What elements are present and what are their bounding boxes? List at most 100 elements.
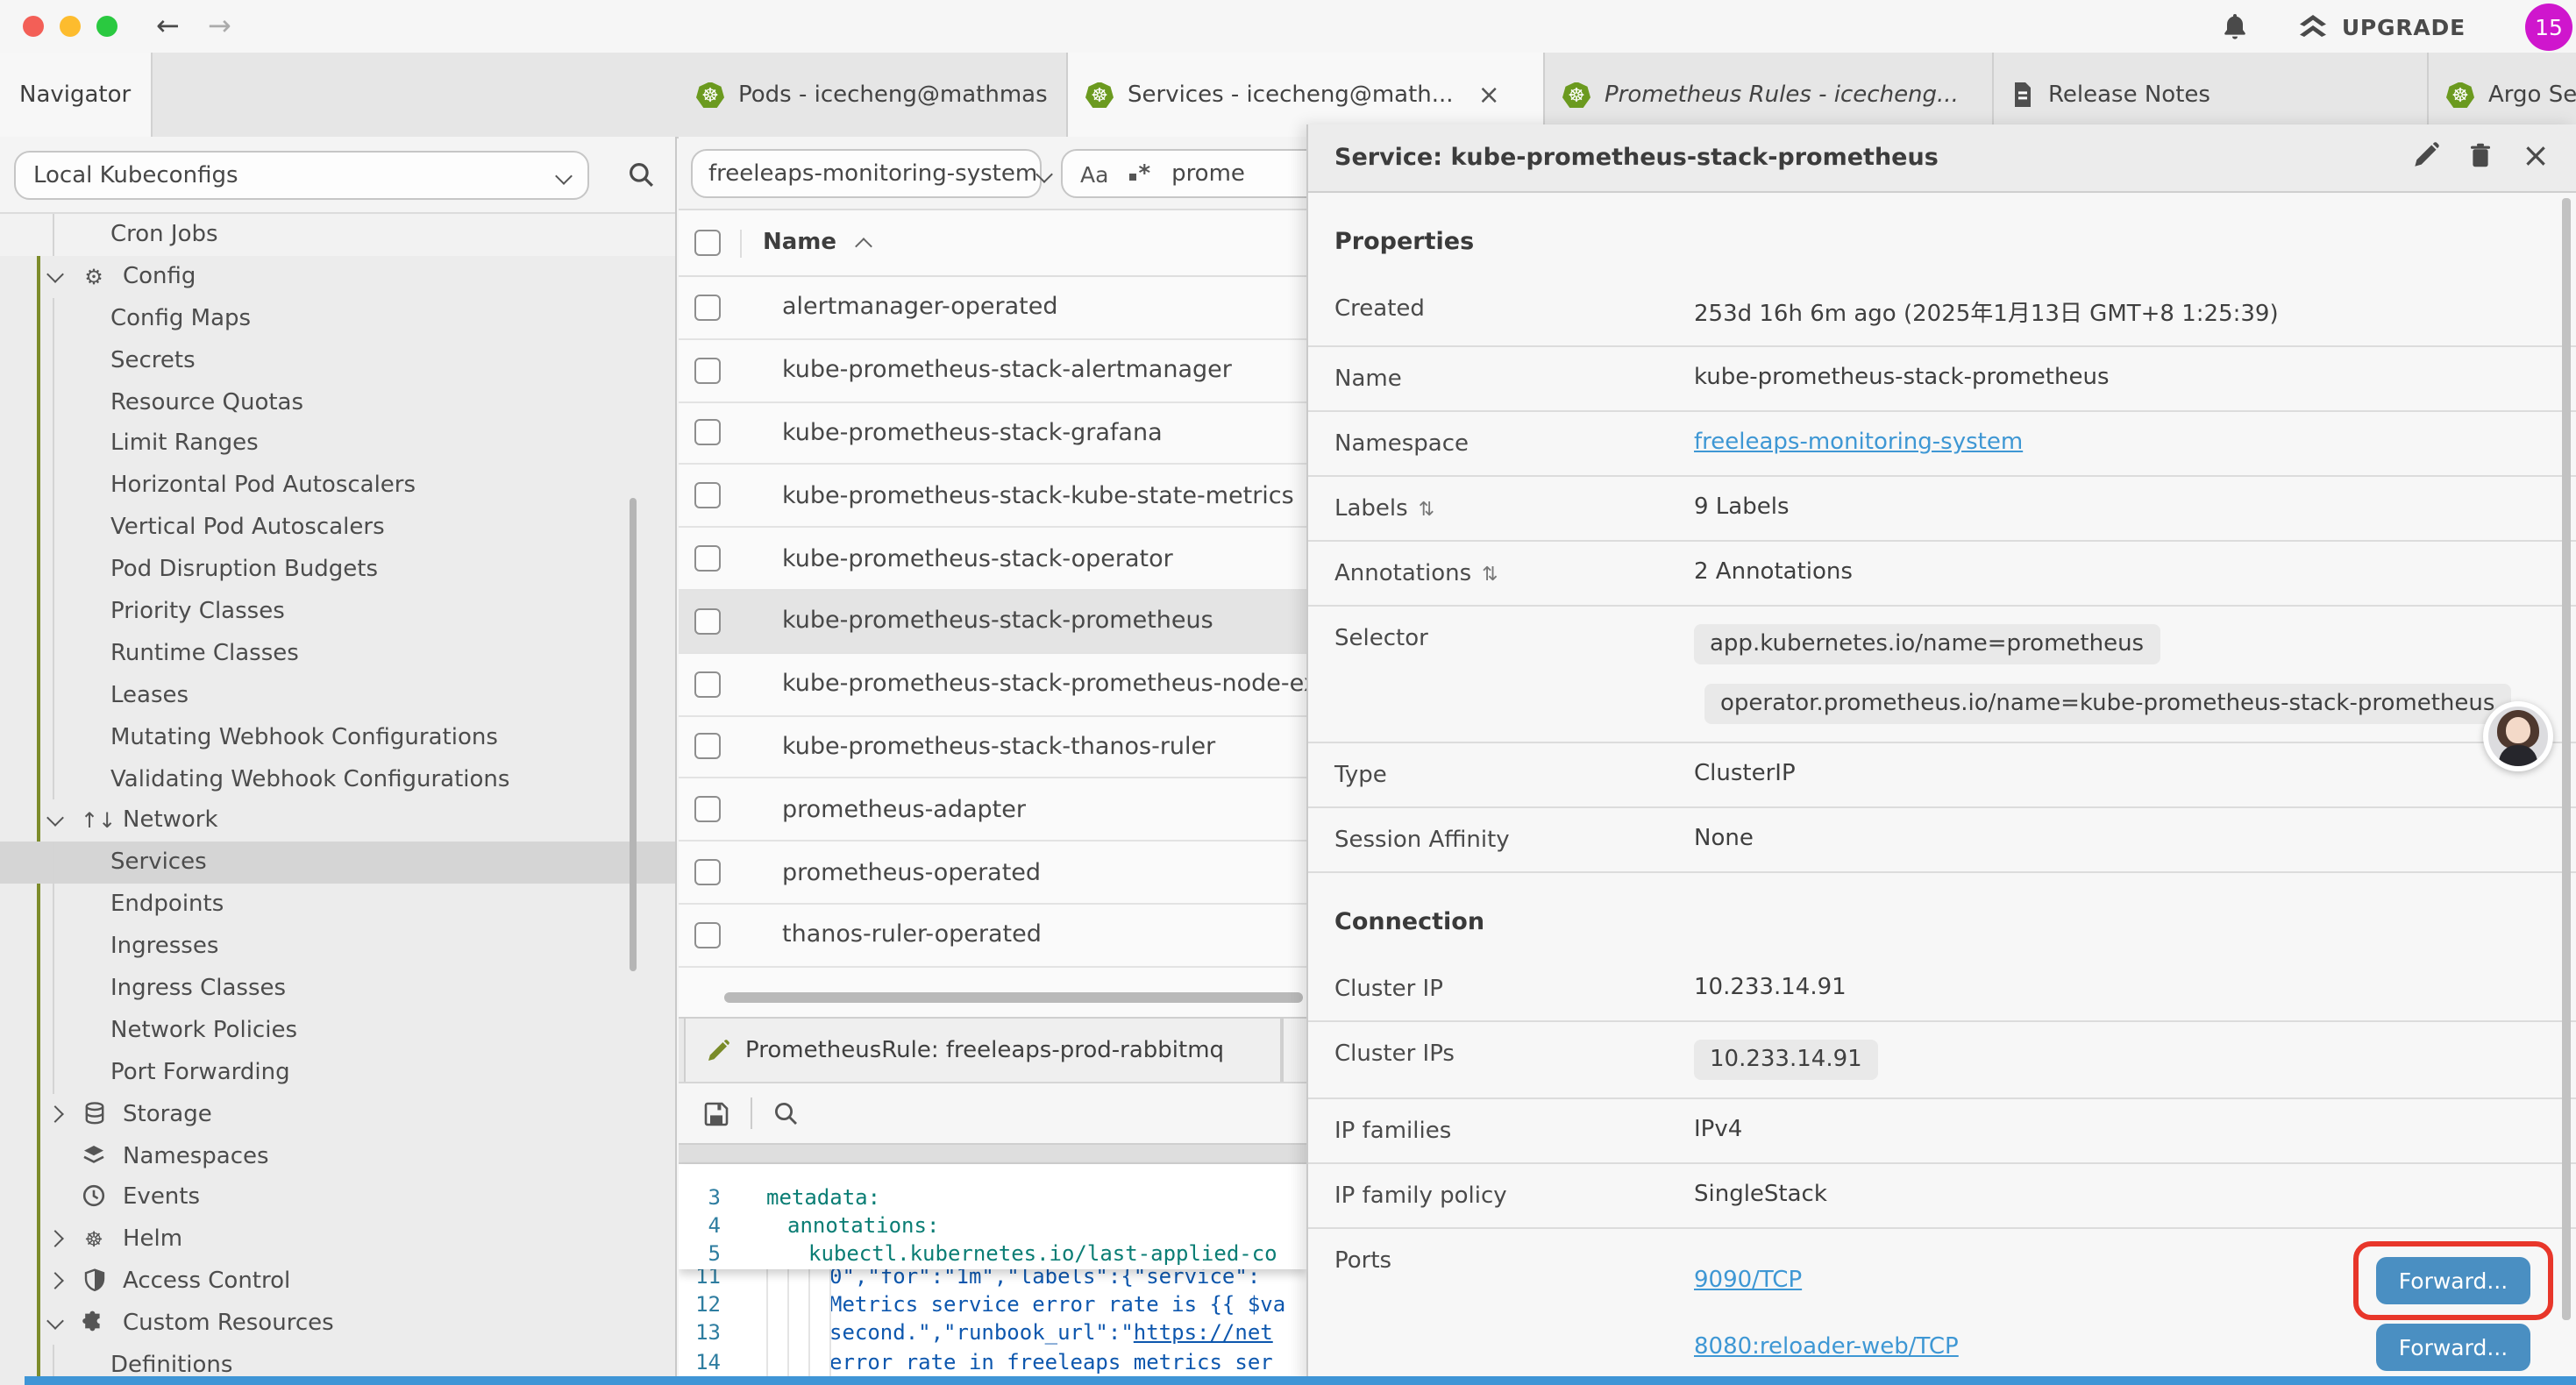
row-checkbox[interactable]: [694, 734, 721, 760]
maximize-window-button[interactable]: [96, 16, 117, 37]
row-checkbox[interactable]: [694, 608, 721, 635]
row-checkbox[interactable]: [694, 671, 721, 697]
table-row[interactable]: kube-prometheus-stack-thanos-ruler: [679, 716, 1306, 779]
sidebar-item-network[interactable]: ↑↓Network: [0, 800, 675, 842]
detail-scrollbar[interactable]: [2562, 198, 2571, 1320]
navigator-panel-tab[interactable]: Navigator: [0, 53, 153, 137]
sidebar-item-events[interactable]: Events: [0, 1177, 675, 1219]
sidebar-item-access-control[interactable]: Access Control: [0, 1261, 675, 1303]
value-link[interactable]: freeleaps-monitoring-system: [1694, 430, 2023, 456]
detail-label-text: Selector: [1334, 626, 1428, 652]
sidebar-item-config[interactable]: ⚙Config: [0, 256, 675, 298]
yaml-editor[interactable]: 110","for":"1m","labels":{"service":12Me…: [679, 1164, 1306, 1385]
sidebar-item-namespaces[interactable]: Namespaces: [0, 1135, 675, 1177]
match-case-icon[interactable]: Aa: [1080, 160, 1108, 187]
namespace-filter-dropdown[interactable]: freeleaps-monitoring-system: [691, 149, 1042, 198]
notifications-bell-icon[interactable]: [2223, 12, 2249, 40]
sidebar-search-icon[interactable]: [628, 161, 654, 195]
port-line: 9090/TCP Forward...: [1694, 1246, 2576, 1313]
list-search-input[interactable]: Aa * prome: [1061, 149, 1306, 198]
select-all-checkbox[interactable]: [694, 230, 721, 256]
sort-updown-icon[interactable]: ⇅: [1482, 563, 1498, 586]
row-checkbox[interactable]: [694, 545, 721, 572]
row-checkbox[interactable]: [694, 295, 721, 321]
sidebar-item-leases[interactable]: Leases: [0, 675, 675, 717]
row-checkbox[interactable]: [694, 859, 721, 885]
forward-button[interactable]: Forward...: [2376, 1256, 2530, 1303]
sidebar-item-network-policies[interactable]: Network Policies: [0, 1010, 675, 1052]
forward-button[interactable]: Forward...: [2376, 1323, 2530, 1370]
upgrade-button[interactable]: UPGRADE: [2298, 13, 2466, 39]
chevron-down-icon[interactable]: [46, 810, 64, 827]
regex-icon[interactable]: *: [1129, 160, 1150, 187]
sidebar-scrollbar[interactable]: [630, 498, 637, 971]
sort-updown-icon[interactable]: ⇅: [1419, 498, 1434, 521]
chevron-right-icon[interactable]: [46, 1231, 64, 1248]
sidebar-item-cron-jobs[interactable]: Cron Jobs: [0, 214, 675, 256]
row-checkbox[interactable]: [694, 922, 721, 948]
table-row[interactable]: thanos-ruler-operated: [679, 905, 1306, 968]
row-checkbox[interactable]: [694, 357, 721, 383]
row-checkbox[interactable]: [694, 420, 721, 446]
sidebar-item-custom-resources[interactable]: Custom Resources: [0, 1303, 675, 1345]
close-window-button[interactable]: [23, 16, 44, 37]
sidebar-item-port-forwarding[interactable]: Port Forwarding: [0, 1052, 675, 1094]
sort-asc-icon[interactable]: [855, 238, 872, 255]
sidebar-item-ingresses[interactable]: Ingresses: [0, 926, 675, 968]
sidebar-item-mutating-webhook-configurations[interactable]: Mutating Webhook Configurations: [0, 716, 675, 758]
service-name: kube-prometheus-stack-prometheus: [782, 607, 1213, 636]
table-row[interactable]: prometheus-operated: [679, 842, 1306, 905]
table-row[interactable]: kube-prometheus-stack-operator: [679, 528, 1306, 591]
name-column-header[interactable]: Name: [763, 230, 836, 256]
kubeconfig-selector[interactable]: Local Kubeconfigs: [14, 151, 589, 200]
table-row[interactable]: kube-prometheus-stack-grafana: [679, 402, 1306, 465]
table-row[interactable]: alertmanager-operated: [679, 277, 1306, 340]
notification-count-badge[interactable]: 15: [2525, 3, 2572, 50]
chevron-down-icon[interactable]: [46, 266, 64, 283]
forward-arrow-icon[interactable]: →: [208, 12, 231, 40]
table-row[interactable]: kube-prometheus-stack-alertmanager: [679, 340, 1306, 403]
row-checkbox[interactable]: [694, 483, 721, 509]
table-row[interactable]: kube-prometheus-stack-prometheus: [679, 591, 1306, 654]
edit-icon[interactable]: [2413, 141, 2439, 174]
detail-value: None: [1694, 826, 2576, 852]
row-checkbox[interactable]: [694, 797, 721, 823]
table-header: Name: [679, 210, 1306, 277]
sidebar-item-secrets[interactable]: Secrets: [0, 339, 675, 381]
sidebar-item-priority-classes[interactable]: Priority Classes: [0, 591, 675, 633]
table-row[interactable]: kube-prometheus-stack-prometheus-node-ex…: [679, 654, 1306, 717]
sidebar-item-validating-webhook-configurations[interactable]: Validating Webhook Configurations: [0, 758, 675, 800]
sidebar-item-ingress-classes[interactable]: Ingress Classes: [0, 968, 675, 1010]
tab-0[interactable]: ☸Pods - icecheng@mathmas...: [679, 53, 1068, 137]
delete-icon[interactable]: [2469, 141, 2492, 174]
sidebar-item-config-maps[interactable]: Config Maps: [0, 298, 675, 340]
user-avatar[interactable]: [2483, 701, 2553, 771]
sidebar-item-limit-ranges[interactable]: Limit Ranges: [0, 423, 675, 465]
close-icon[interactable]: ×: [2522, 139, 2550, 173]
table-row[interactable]: kube-prometheus-stack-kube-state-metrics: [679, 465, 1306, 529]
port-link[interactable]: 8080:reloader-web/TCP: [1694, 1333, 1959, 1360]
sidebar-item-helm[interactable]: ☸Helm: [0, 1219, 675, 1261]
sidebar-item-endpoints[interactable]: Endpoints: [0, 884, 675, 927]
code-link[interactable]: https://net: [1134, 1321, 1273, 1346]
table-row[interactable]: prometheus-adapter: [679, 779, 1306, 842]
close-icon[interactable]: ×: [1478, 79, 1500, 110]
sidebar-item-storage[interactable]: Storage: [0, 1093, 675, 1135]
table-horizontal-scrollbar[interactable]: [724, 992, 1303, 1003]
sidebar-item-vertical-pod-autoscalers[interactable]: Vertical Pod Autoscalers: [0, 507, 675, 549]
sidebar-item-runtime-classes[interactable]: Runtime Classes: [0, 633, 675, 675]
chevron-right-icon[interactable]: [46, 1104, 64, 1122]
port-link[interactable]: 9090/TCP: [1694, 1267, 1802, 1293]
sidebar-item-resource-quotas[interactable]: Resource Quotas: [0, 381, 675, 423]
chevron-right-icon[interactable]: [46, 1273, 64, 1290]
editor-tab-next[interactable]: [1282, 1019, 1306, 1082]
save-icon[interactable]: [703, 1100, 729, 1126]
sidebar-item-pod-disruption-budgets[interactable]: Pod Disruption Budgets: [0, 549, 675, 591]
chevron-down-icon[interactable]: [46, 1312, 64, 1330]
editor-tab-prometheusrule[interactable]: PrometheusRule: freeleaps-prod-rabbitmq: [684, 1019, 1282, 1082]
back-arrow-icon[interactable]: ←: [156, 12, 180, 40]
minimize-window-button[interactable]: [60, 16, 81, 37]
sidebar-item-horizontal-pod-autoscalers[interactable]: Horizontal Pod Autoscalers: [0, 465, 675, 508]
editor-search-icon[interactable]: [773, 1101, 798, 1126]
sidebar-item-services[interactable]: Services: [0, 842, 675, 884]
